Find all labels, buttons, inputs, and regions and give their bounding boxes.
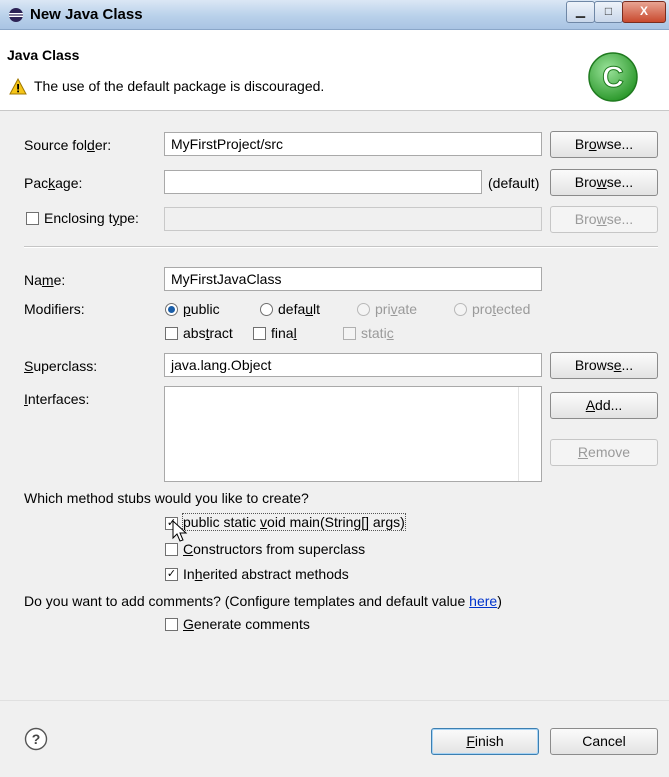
remove-interface-button[interactable]: Remove: [550, 439, 658, 466]
warning-icon: [9, 78, 27, 95]
protected-label: protected: [472, 301, 531, 317]
static-checkbox[interactable]: [343, 327, 356, 340]
name-label: Name:: [24, 272, 66, 288]
enclosing-type-browse-button[interactable]: Browse...: [550, 206, 658, 233]
finish-button[interactable]: Finish: [431, 728, 539, 755]
close-button[interactable]: X: [622, 1, 666, 23]
enclosing-type-checkbox[interactable]: [26, 212, 39, 225]
constructors-checkbox[interactable]: [165, 543, 178, 556]
header-title: Java Class: [7, 47, 80, 63]
window-title: New Java Class: [30, 6, 143, 23]
abstract-label: abstract: [183, 325, 233, 341]
public-radio[interactable]: [165, 303, 178, 316]
package-browse-button[interactable]: Browse...: [550, 169, 658, 196]
comments-question: Do you want to add comments? (Configure …: [24, 593, 502, 609]
footer-divider: [0, 700, 669, 701]
dialog-header: [0, 30, 669, 111]
default-label: default: [278, 301, 321, 317]
separator: [24, 246, 658, 248]
generate-comments-checkbox[interactable]: [165, 618, 178, 631]
package-label: Package:: [24, 175, 83, 191]
default-radio[interactable]: [260, 303, 273, 316]
private-label: private: [375, 301, 418, 317]
final-label: final: [271, 325, 297, 341]
method-stubs-question: Which method stubs would you like to cre…: [24, 490, 309, 506]
public-label: public: [183, 301, 220, 317]
help-icon: ?: [24, 727, 48, 751]
private-radio[interactable]: [357, 303, 370, 316]
help-button[interactable]: ?: [24, 727, 48, 751]
package-input[interactable]: [164, 170, 482, 194]
add-interface-button[interactable]: Add...: [550, 392, 658, 419]
svg-text:C: C: [602, 61, 624, 94]
final-checkbox[interactable]: [253, 327, 266, 340]
interfaces-scrollbar[interactable]: [518, 387, 541, 481]
name-input[interactable]: MyFirstJavaClass: [164, 267, 542, 291]
enclosing-type-label: Enclosing type:: [44, 210, 139, 226]
source-folder-browse-button[interactable]: Browse...: [550, 131, 658, 158]
superclass-browse-button[interactable]: Browse...: [550, 352, 658, 379]
header-message: The use of the default package is discou…: [34, 78, 325, 94]
generate-comments-label: Generate comments: [183, 616, 310, 632]
interfaces-list[interactable]: [164, 386, 542, 482]
static-label: static: [361, 325, 394, 341]
interfaces-label: Interfaces:: [24, 391, 90, 407]
configure-templates-link[interactable]: here: [469, 593, 497, 609]
constructors-label: Constructors from superclass: [183, 541, 366, 557]
cancel-button[interactable]: Cancel: [550, 728, 658, 755]
abstract-checkbox[interactable]: [165, 327, 178, 340]
java-class-logo-icon: C: [588, 52, 638, 102]
package-default-text: (default): [488, 175, 540, 191]
source-folder-label: Source folder:: [24, 137, 112, 153]
svg-text:?: ?: [32, 731, 41, 747]
protected-radio[interactable]: [454, 303, 467, 316]
inherited-methods-label: Inherited abstract methods: [183, 566, 349, 582]
superclass-input[interactable]: java.lang.Object: [164, 353, 542, 377]
modifiers-label: Modifiers:: [24, 301, 85, 317]
enclosing-type-input[interactable]: [164, 207, 542, 231]
minimize-button[interactable]: ▁: [566, 1, 595, 23]
main-method-label: public static void main(String[] args): [182, 513, 406, 531]
superclass-label: Superclass:: [24, 358, 98, 374]
maximize-button[interactable]: □: [594, 1, 623, 23]
inherited-methods-checkbox[interactable]: ✓: [165, 568, 178, 581]
eclipse-icon: [9, 8, 23, 22]
source-folder-input[interactable]: MyFirstProject/src: [164, 132, 542, 156]
